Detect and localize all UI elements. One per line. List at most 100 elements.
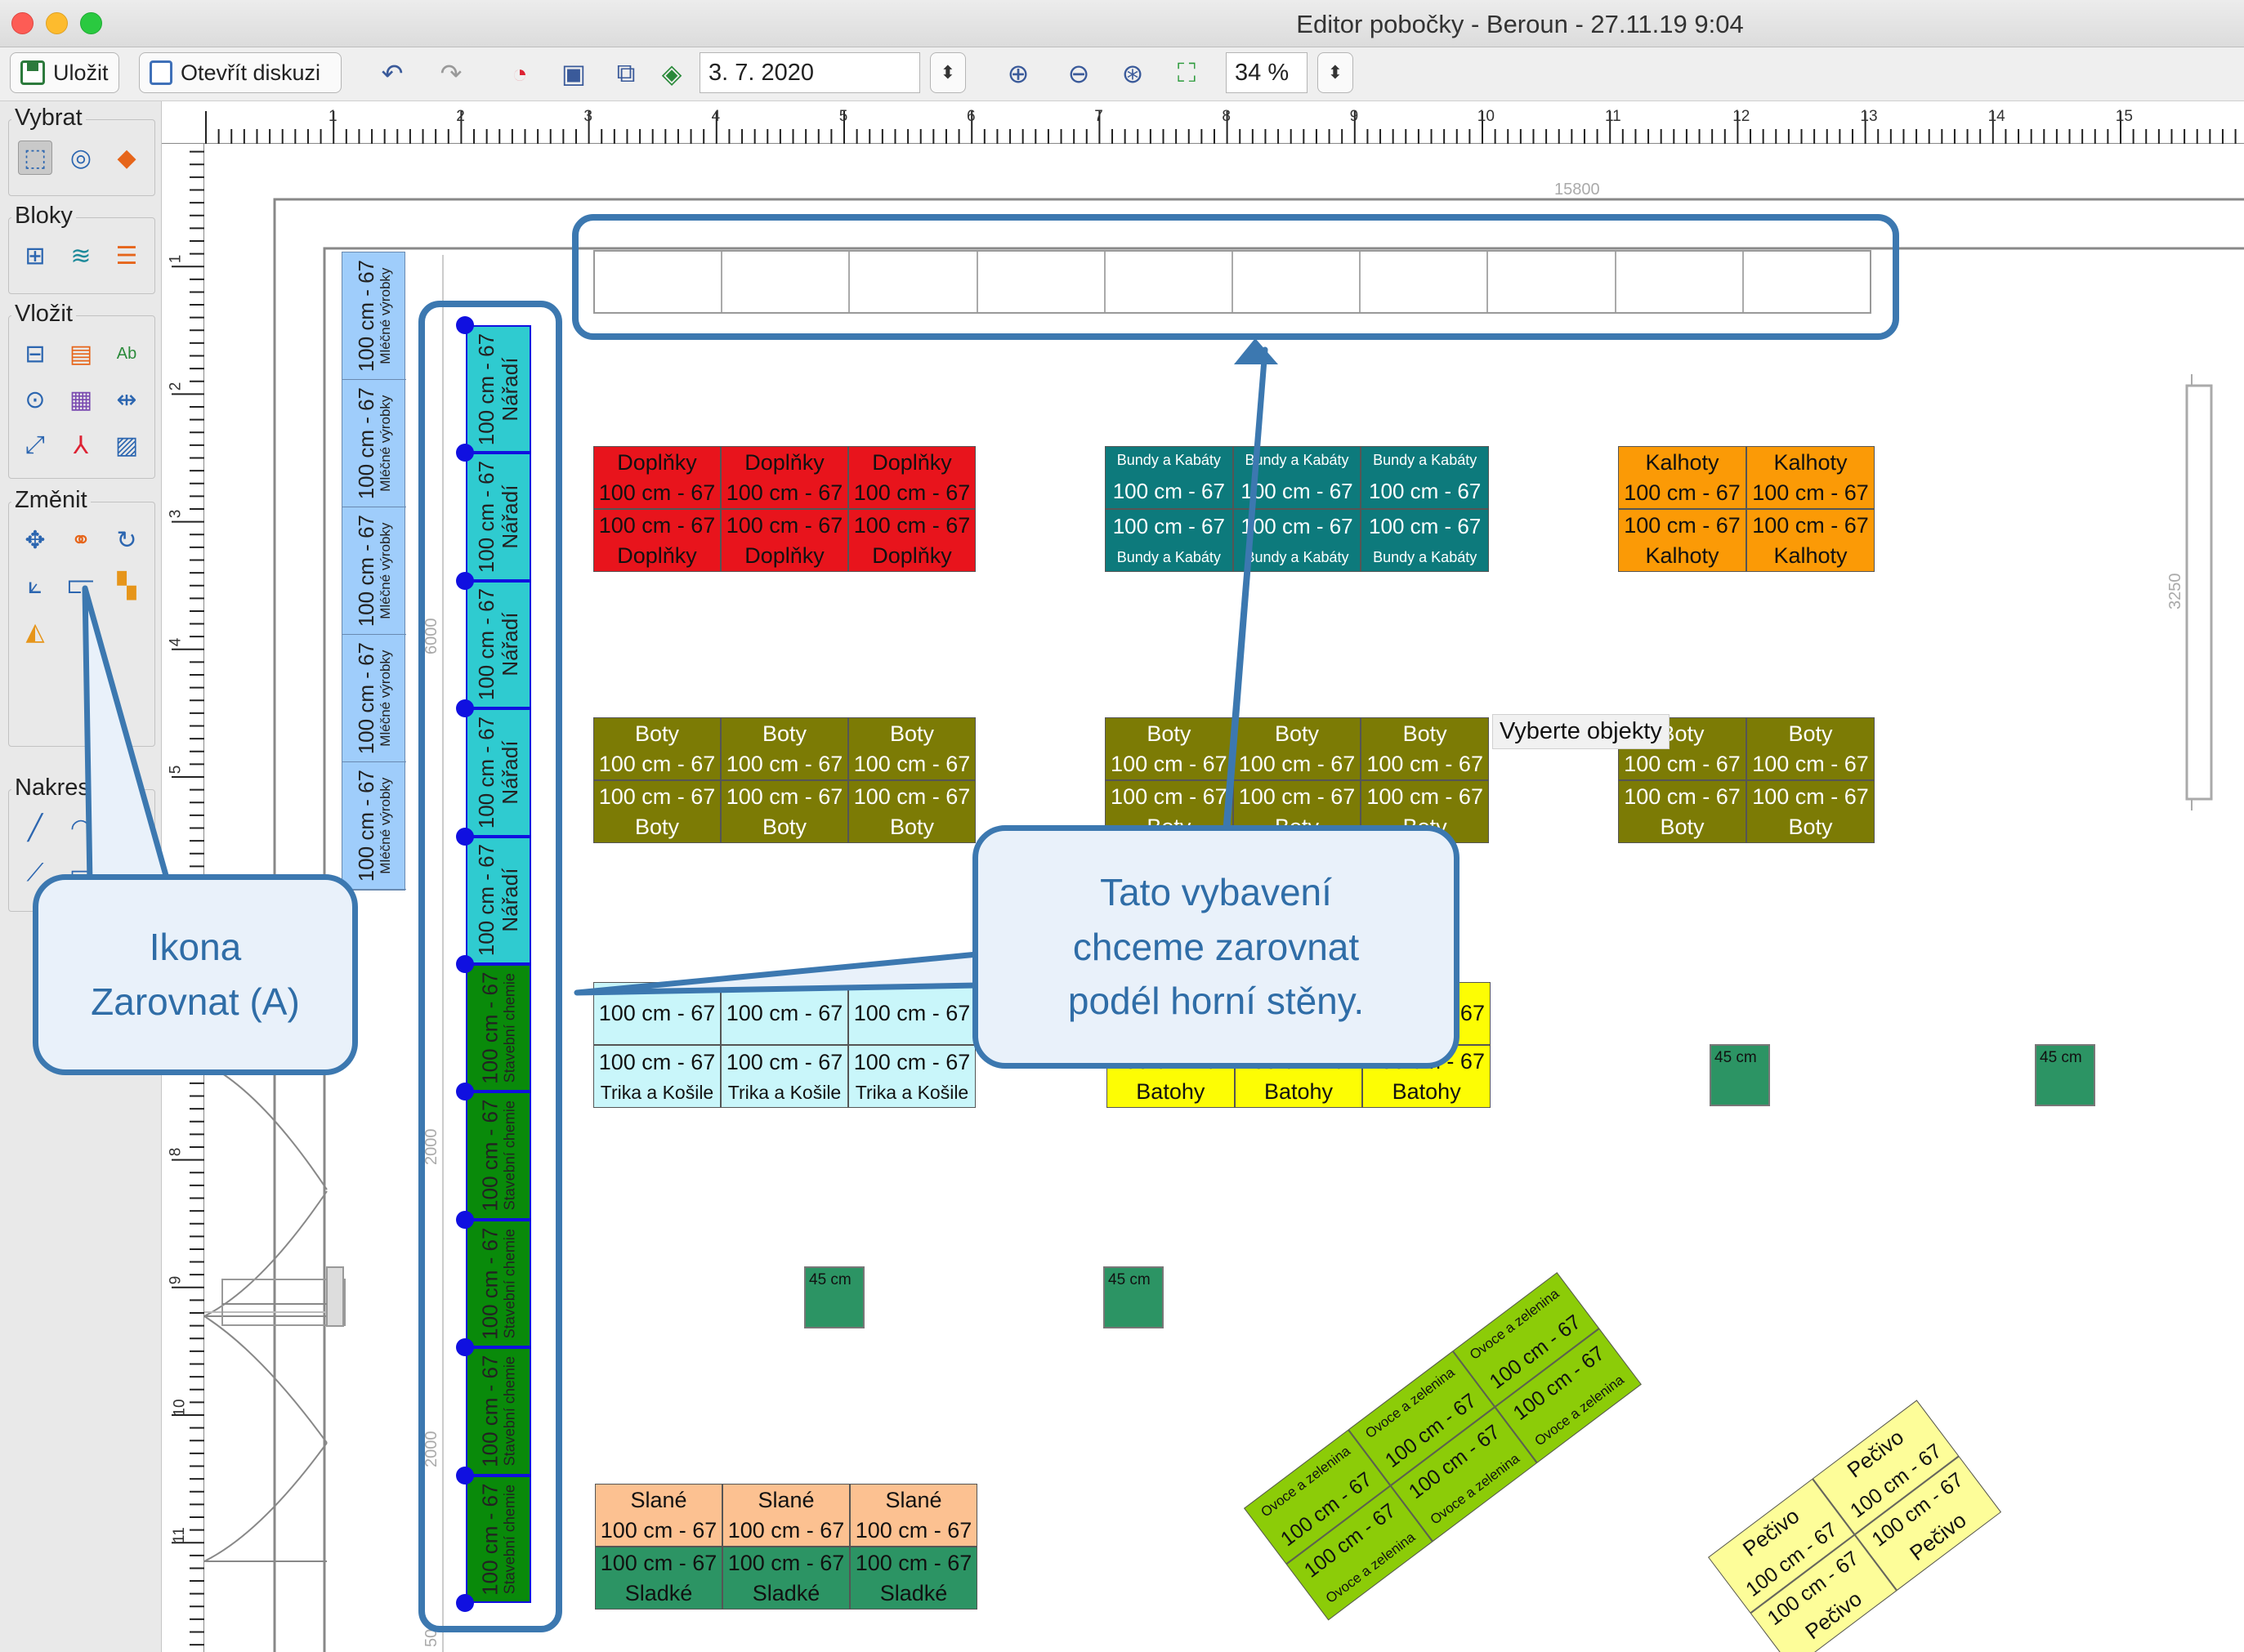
shelf-unit[interactable]: 100 cm - 67 Trika a Košile bbox=[848, 1045, 976, 1108]
shelf-column[interactable]: 100 cm - 67 100 cm - 67 Trika a Košile bbox=[848, 982, 976, 1108]
shelf-column[interactable]: 100 cm - 67 100 cm - 67 Trika a Košile bbox=[721, 982, 848, 1108]
milk-shelf[interactable]: 100 cm - 67 Mléčné výrobky bbox=[342, 252, 406, 380]
shelf-unit[interactable]: 100 cm - 67 Bundy a Kabáty bbox=[1361, 509, 1490, 572]
block-tree-icon[interactable]: ⊞ bbox=[18, 239, 52, 273]
shelf-column[interactable]: Doplňky 100 cm - 67 100 cm - 67 Doplňky bbox=[721, 446, 848, 572]
shelf-column[interactable]: Kalhoty 100 cm - 67 100 cm - 67 Kalhoty bbox=[1746, 446, 1875, 572]
shelf-column[interactable]: Bundy a Kabáty 100 cm - 67 100 cm - 67 Bund… bbox=[1361, 446, 1490, 572]
small-shelf-unit[interactable]: 45 cm bbox=[1103, 1266, 1164, 1328]
draw-line-icon[interactable]: ╱ bbox=[18, 810, 52, 845]
block-stack-icon[interactable]: ≋ bbox=[64, 239, 98, 273]
insert-line-icon[interactable]: ⤢ bbox=[18, 428, 52, 462]
boty-shelf-group-1[interactable]: Boty 100 cm - 67 100 cm - 67 Boty Boty 100 cm… bbox=[593, 717, 976, 843]
block-list-icon[interactable]: ☰ bbox=[110, 239, 144, 273]
shelf-unit[interactable]: Boty 100 cm - 67 bbox=[848, 717, 976, 780]
bundy-shelf-group[interactable]: Bundy a Kabáty 100 cm - 67 100 cm - 67 Bund… bbox=[1105, 446, 1490, 572]
shelf-unit[interactable]: 100 cm - 67 Kalhoty bbox=[1618, 509, 1746, 572]
shelf-unit[interactable]: 100 cm - 67 Sladké bbox=[850, 1547, 977, 1610]
shelf-column[interactable]: Boty100 cm - 67100 cm - 67Boty bbox=[1232, 717, 1361, 843]
insert-text-icon[interactable]: Ab bbox=[110, 337, 144, 371]
shelf-column[interactable]: 100 cm - 67 100 cm - 67 Trika a Košile bbox=[593, 982, 721, 1108]
shelf-unit[interactable]: Slané 100 cm - 67 bbox=[595, 1484, 722, 1547]
shelf-unit[interactable]: 100 cm - 67 Bundy a Kabáty bbox=[1105, 509, 1233, 572]
zoom-field[interactable]: 34 % bbox=[1226, 52, 1308, 93]
date-field[interactable]: 3. 7. 2020 bbox=[700, 52, 920, 93]
shelf-unit[interactable]: Boty 100 cm - 67 bbox=[1232, 717, 1361, 780]
shelf-unit[interactable]: Boty 100 cm - 67 bbox=[721, 717, 848, 780]
shelf-column[interactable]: Boty100 cm - 67100 cm - 67Boty bbox=[1105, 717, 1233, 843]
shelf-unit[interactable]: 100 cm - 67 Boty bbox=[1618, 780, 1746, 843]
shelf-unit[interactable]: 100 cm - 67 Trika a Košile bbox=[593, 1045, 721, 1108]
shelf-unit[interactable]: 100 cm - 67 Sladké bbox=[595, 1547, 722, 1610]
timer-icon[interactable]: ◔ bbox=[502, 56, 538, 92]
shelf-unit[interactable]: 100 cm - 67 Boty bbox=[848, 780, 976, 843]
shelf-column[interactable]: Bundy a Kabáty 100 cm - 67 100 cm - 67 Bund… bbox=[1105, 446, 1233, 572]
shelf-column[interactable]: Boty100 cm - 67100 cm - 67Boty bbox=[1361, 717, 1490, 843]
align-icon[interactable]: ⫍ bbox=[64, 569, 98, 603]
shelf-unit[interactable]: Doplňky 100 cm - 67 bbox=[848, 446, 976, 509]
shelf-column[interactable]: Slané 100 cm - 67 100 cm - 67 Sladké bbox=[850, 1484, 977, 1610]
shelf-unit[interactable]: Boty 100 cm - 67 bbox=[1361, 717, 1490, 780]
milk-shelf[interactable]: 100 cm - 67 Mléčné výrobky bbox=[342, 380, 406, 507]
zoom-all-icon[interactable]: ⛶ bbox=[1169, 56, 1205, 92]
shelf-unit[interactable]: 100 cm - 67 Doplňky bbox=[848, 509, 976, 572]
arrange-icon[interactable]: ▚ bbox=[110, 569, 144, 603]
shelf-column[interactable]: Doplňky 100 cm - 67 100 cm - 67 Doplňky bbox=[848, 446, 976, 572]
layers-icon[interactable]: ◈ bbox=[654, 56, 690, 92]
mirror-icon[interactable]: ◭ bbox=[18, 614, 52, 649]
zoom-fit-icon[interactable]: ⊛ bbox=[1115, 56, 1151, 92]
shelf-unit[interactable]: Doplňky 100 cm - 67 bbox=[593, 446, 721, 509]
shelf-unit[interactable]: 100 cm - 67 Boty bbox=[721, 780, 848, 843]
shelf-unit[interactable]: 100 cm - 67 Doplňky bbox=[593, 509, 721, 572]
shelf-unit[interactable]: 100 cm - 67 Kalhoty bbox=[1746, 509, 1875, 572]
boty-shelf-group-2[interactable]: Boty 100 cm - 67 100 cm - 67 Boty Boty 100 cm… bbox=[1105, 717, 1490, 843]
maximize-window-button[interactable] bbox=[80, 12, 102, 34]
shelf-unit[interactable]: 100 cm - 67 Boty bbox=[1746, 780, 1875, 843]
insert-dimension-icon[interactable]: ⇹ bbox=[110, 382, 144, 417]
shelf-column[interactable]: Kalhoty 100 cm - 67 100 cm - 67 Kalhoty bbox=[1618, 446, 1746, 572]
insert-camera-icon[interactable]: ⊙ bbox=[18, 382, 52, 417]
shelf-column[interactable]: Doplňky 100 cm - 67 100 cm - 67 Doplňky bbox=[593, 446, 721, 572]
copy-icon[interactable]: ⚭ bbox=[64, 523, 98, 557]
milk-shelf[interactable]: 100 cm - 67 Mléčné výrobky bbox=[342, 507, 406, 635]
select-rect-icon[interactable]: ⬚ bbox=[18, 141, 52, 175]
transform-icon[interactable]: ⟀ bbox=[18, 569, 52, 603]
shelf-column[interactable]: Slané 100 cm - 67 100 cm - 67 Sladké bbox=[595, 1484, 722, 1610]
shelf-unit[interactable]: Boty 100 cm - 67 bbox=[593, 717, 721, 780]
save-button[interactable]: Uložit bbox=[10, 52, 119, 93]
undo-icon[interactable]: ↶ bbox=[374, 56, 410, 92]
shelf-column[interactable]: Boty100 cm - 67100 cm - 67Boty bbox=[593, 717, 721, 843]
draw-arc-icon[interactable]: ◠ bbox=[64, 810, 98, 845]
select-layer-icon[interactable]: ◆ bbox=[110, 141, 144, 175]
shelf-unit[interactable]: Bundy a Kabáty 100 cm - 67 bbox=[1361, 446, 1490, 509]
shelf-unit[interactable]: 100 cm - 67 bbox=[848, 982, 976, 1045]
zoom-out-icon[interactable]: ⊖ bbox=[1061, 56, 1097, 92]
milk-shelf[interactable]: 100 cm - 67 Mléčné výrobky bbox=[342, 762, 406, 890]
shelf-unit[interactable]: 100 cm - 67 Bundy a Kabáty bbox=[1232, 509, 1361, 572]
shelf-unit[interactable]: 100 cm - 67 Doplňky bbox=[721, 509, 848, 572]
insert-shelf-icon[interactable]: ⊟ bbox=[18, 337, 52, 371]
shelf-column[interactable]: Boty100 cm - 67100 cm - 67Boty bbox=[848, 717, 976, 843]
shelf-unit[interactable]: Bundy a Kabáty 100 cm - 67 bbox=[1105, 446, 1233, 509]
shelf-unit[interactable]: Slané 100 cm - 67 bbox=[850, 1484, 977, 1547]
move-icon[interactable]: ✥ bbox=[18, 523, 52, 557]
redo-icon[interactable]: ↷ bbox=[433, 56, 469, 92]
select-point-icon[interactable]: ◎ bbox=[64, 141, 98, 175]
milk-shelf-column[interactable]: 100 cm - 67 Mléčné výrobky 100 cm - 67 Mléč… bbox=[342, 252, 406, 891]
shelf-column[interactable]: Boty100 cm - 67100 cm - 67Boty bbox=[1746, 717, 1875, 843]
insert-pdf-icon[interactable]: ⅄ bbox=[64, 428, 98, 462]
frame-icon[interactable]: ▣ bbox=[556, 56, 592, 92]
shelf-unit[interactable]: 100 cm - 67 Trika a Košile bbox=[721, 1045, 848, 1108]
insert-rack-icon[interactable]: ▤ bbox=[64, 337, 98, 371]
insert-image-icon[interactable]: ▨ bbox=[110, 428, 144, 462]
shelf-column[interactable]: Boty100 cm - 67100 cm - 67Boty bbox=[721, 717, 848, 843]
shelf-unit[interactable]: 100 cm - 67 bbox=[721, 982, 848, 1045]
shelf-unit[interactable]: Boty 100 cm - 67 bbox=[1105, 717, 1233, 780]
shelf-unit[interactable]: 100 cm - 67 Sladké bbox=[722, 1547, 850, 1610]
shelf-unit[interactable]: 100 cm - 67 bbox=[593, 982, 721, 1045]
insert-grid-icon[interactable]: ▦ bbox=[64, 382, 98, 417]
open-discussion-button[interactable]: Otevřít diskuzi bbox=[139, 52, 342, 93]
small-shelf-unit[interactable]: 45 cm bbox=[1710, 1044, 1770, 1106]
minimize-window-button[interactable] bbox=[46, 12, 68, 34]
shelf-unit[interactable]: Kalhoty 100 cm - 67 bbox=[1746, 446, 1875, 509]
